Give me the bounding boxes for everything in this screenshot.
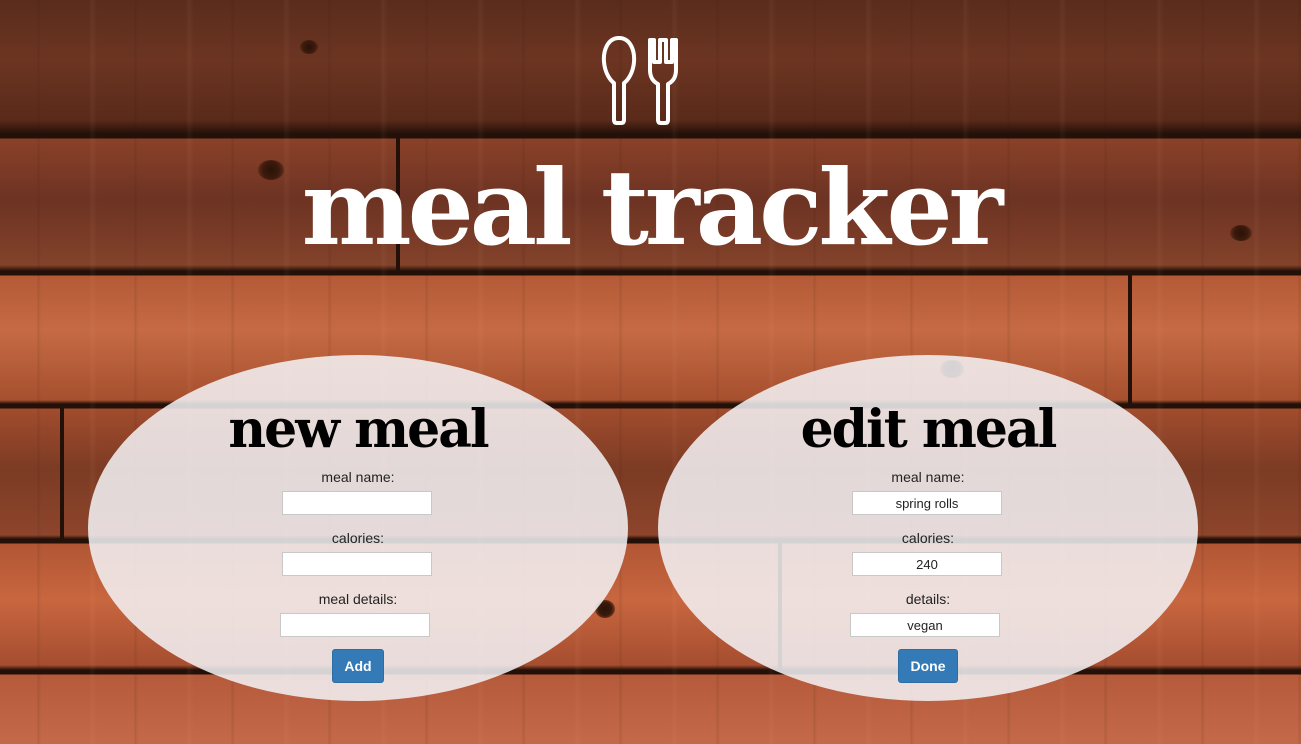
- edit-meal-name-input[interactable]: [852, 491, 1002, 515]
- wood-seam: [60, 408, 64, 540]
- edit-meal-details-input[interactable]: [850, 613, 1000, 637]
- new-meal-details-input[interactable]: [280, 613, 430, 637]
- add-button[interactable]: Add: [332, 649, 384, 683]
- edit-meal-panel: edit meal meal name: calories: details: …: [658, 355, 1198, 701]
- calories-label: calories:: [331, 530, 385, 546]
- wood-knot: [300, 40, 318, 54]
- calories-label: calories:: [901, 530, 955, 546]
- wood-seam: [1128, 275, 1132, 405]
- new-meal-calories-input[interactable]: [282, 552, 432, 576]
- new-meal-name-input[interactable]: [282, 491, 432, 515]
- page-title: meal tracker: [301, 146, 1004, 269]
- done-button[interactable]: Done: [898, 649, 958, 683]
- edit-meal-calories-input[interactable]: [852, 552, 1002, 576]
- meal-details-label: meal details:: [318, 591, 398, 607]
- new-meal-title: new meal: [228, 399, 489, 460]
- new-meal-panel: new meal meal name: calories: meal detai…: [88, 355, 628, 701]
- details-label: details:: [905, 591, 951, 607]
- edit-meal-title: edit meal: [800, 399, 1058, 460]
- meal-name-label: meal name:: [321, 469, 395, 485]
- spoon-fork-icon: [601, 36, 678, 125]
- meal-name-label: meal name:: [891, 469, 965, 485]
